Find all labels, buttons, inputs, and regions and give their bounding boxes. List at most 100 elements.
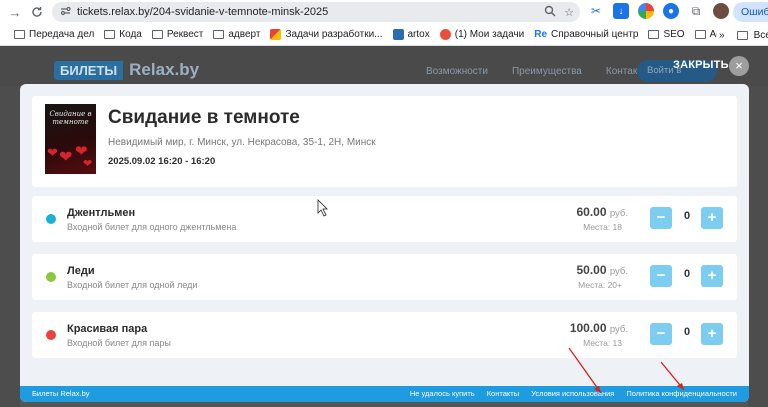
logo-left-text: БИЛЕТЫ [54,60,124,80]
ticket-modal: Свидание в темноте ❤ ❤ ❤ ❤ Свидание в те… [20,84,749,402]
ticket-description: Входной билет для одной леди [67,280,198,290]
heart-icon: ❤ [59,149,73,166]
ticket-row: Красивая пара Входной билет для пары 100… [32,312,737,358]
bookmark-label: Кода [119,29,142,40]
footer-link-purchase-failed[interactable]: Не удалось купить [410,386,475,402]
price-value: 100.00 [569,321,607,335]
forward-icon[interactable]: → [4,1,26,23]
quantity-value: 0 [683,210,691,222]
browser-toolbar: → tickets.relax.by/204-svidanie-v-temnot… [0,0,768,24]
bookmark-label: Реквест [166,29,204,40]
ticket-description: Входной билет для одного джентльмена [67,222,237,232]
bookmark-item[interactable]: (1) Мои задачи [439,29,524,40]
more-bookmarks-button[interactable]: » [719,30,725,41]
address-bar[interactable]: tickets.relax.by/204-svidanie-v-temnote-… [52,2,580,22]
page-viewport: БИЛЕТЫ Relax.by Возможности Преимущества… [0,46,768,407]
heart-icon: ❤ [47,145,58,160]
bookmark-label: SEO [663,29,685,40]
close-icon[interactable]: × [729,56,749,76]
extension-download-icon[interactable]: ↓ [613,3,629,19]
increase-button[interactable]: + [701,265,723,287]
google-docs-icon [270,29,282,40]
ticket-description: Входной билет для пары [67,338,171,348]
bookmarks-overflow: » Все закла [717,24,768,45]
bookmark-item[interactable]: Re Справочный центр [534,29,638,40]
ticket-name: Джентльмен [67,207,136,219]
modal-footer: Билеты Relax.by Не удалось купить Контак… [20,386,749,402]
bookmark-label: Передача дел [29,29,95,40]
bookmark-item[interactable]: artox [392,29,430,40]
extension-eye-icon[interactable]: ● [663,3,679,19]
folder-icon [14,30,25,39]
nav-link[interactable]: Преимущества [512,66,582,77]
bookmark-star-icon[interactable]: ☆ [564,6,574,19]
bookmark-label: Справочный центр [551,29,639,40]
artox-icon [392,29,404,40]
bookmark-item[interactable]: SEO [648,29,685,40]
decrease-button[interactable]: − [650,323,672,345]
ticket-color-dot [46,330,56,340]
footer-link-terms[interactable]: Условия использования [531,386,614,402]
heart-icon: ❤ [75,143,88,160]
extensions-puzzle-icon[interactable]: ⧉ [688,3,704,19]
extension-color-icon[interactable] [638,3,654,19]
footer-brand[interactable]: Билеты Relax.by [32,386,90,402]
increase-button[interactable]: + [701,207,723,229]
ticket-name: Красивая пара [67,323,148,335]
folder-icon [104,30,116,39]
all-bookmarks-link[interactable]: Все закла [754,30,768,41]
footer-link-privacy[interactable]: Политика конфиденциальности [626,386,737,402]
logo-right-text: Relax.by [129,60,200,79]
ticket-row: Джентльмен Входной билет для одного джен… [32,196,737,242]
event-poster: Свидание в темноте ❤ ❤ ❤ ❤ [45,104,96,174]
price-currency: руб. [609,266,628,277]
event-card: Свидание в темноте ❤ ❤ ❤ ❤ Свидание в те… [32,96,737,187]
ticket-price: 60.00 руб. [577,205,629,219]
site-settings-icon[interactable] [60,5,71,19]
folder-icon [694,30,706,39]
bookmark-item[interactable]: Реквест [151,29,204,40]
folder-icon [648,30,660,39]
ticket-name: Леди [67,265,95,277]
zoom-icon[interactable] [544,5,556,20]
bookmark-item[interactable]: Кода [104,29,142,40]
folder-icon [151,30,163,39]
price-value: 60.00 [576,205,607,219]
nav-link[interactable]: Возможности [426,66,488,77]
decrease-button[interactable]: − [650,265,672,287]
url-text[interactable]: tickets.relax.by/204-svidanie-v-temnote-… [77,6,328,18]
bookmark-item[interactable]: адверт [213,29,260,40]
ticket-price: 50.00 руб. [577,263,629,277]
tasks-icon [439,29,451,40]
event-datetime: 2025.09.02 16:20 - 16:20 [108,156,216,167]
bookmark-label: адверт [228,29,261,40]
footer-link-contacts[interactable]: Контакты [487,386,519,402]
site-header: БИЛЕТЫ Relax.by Возможности Преимущества… [0,46,768,98]
event-place: Невидимый мир, г. Минск, ул. Некрасова, … [108,137,376,148]
close-modal-label[interactable]: ЗАКРЫТЬ [673,59,729,71]
reload-icon[interactable] [26,1,48,23]
ticket-places: Места: 20+ [578,280,622,290]
bookmarks-bar: Передача дел Кода Реквест адверт Задачи … [0,24,768,46]
increase-button[interactable]: + [701,323,723,345]
price-currency: руб. [609,208,628,219]
site-nav: Возможности Преимущества Контакты [426,66,649,77]
bookmark-item[interactable]: Передача дел [14,29,94,40]
ticket-color-dot [46,272,56,282]
ticket-places: Места: 13 [583,338,622,348]
bookmark-label: Задачи разработки... [285,29,383,40]
profile-avatar[interactable] [713,3,729,19]
profile-error-button[interactable]: Ошибка [733,2,768,22]
quantity-value: 0 [683,268,691,280]
extension-scissors-icon[interactable]: ✂ [588,3,604,19]
ticket-places: Места: 18 [583,222,622,232]
bookmark-label: artox [407,29,430,40]
folder-icon [736,30,748,40]
ticket-price: 100.00 руб. [570,321,628,335]
background-content-right [748,86,768,407]
decrease-button[interactable]: − [650,207,672,229]
event-title: Свидание в темноте [108,107,300,128]
bookmark-item[interactable]: Задачи разработки... [270,29,383,40]
site-logo[interactable]: БИЛЕТЫ Relax.by [54,59,199,81]
price-currency: руб. [609,324,628,335]
